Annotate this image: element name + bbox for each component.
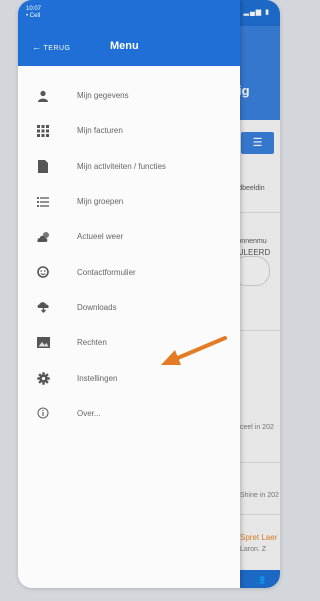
image-icon	[35, 335, 51, 351]
cloud-download-icon	[35, 299, 51, 315]
drawer-header: 10:07 • Cell ← TERUG Menu	[18, 0, 240, 66]
drawer-status: 10:07 • Cell	[26, 6, 41, 20]
arrow-left-icon: ←	[32, 42, 42, 52]
menu-item-contactformulier[interactable]: Contactformulier	[18, 254, 240, 289]
person-icon	[35, 88, 51, 104]
menu-item-downloads[interactable]: Downloads	[18, 290, 240, 325]
menu-label: Actueel weer	[77, 232, 124, 242]
menu-item-mijn-groepen[interactable]: Mijn groepen	[18, 184, 240, 219]
status-time: 10:07	[26, 6, 42, 12]
back-button[interactable]: ← TERUG	[32, 42, 71, 52]
menu-label: Mijn activiteiten / functies	[77, 161, 166, 171]
status-carrier: • Cell	[26, 13, 41, 19]
phone-screen: ▂▄▆ ▮ ig ☰ ordbeeldin olonnenmu NULEERD …	[18, 0, 280, 588]
annotation-arrow	[161, 336, 227, 365]
menu-label: Mijn groepen	[77, 197, 124, 207]
drawer-title: Menu	[110, 40, 139, 52]
menu-item-mijn-gegevens[interactable]: Mijn gegevens	[18, 78, 240, 113]
grid-icon	[35, 123, 51, 139]
menu-item-over[interactable]: Over...	[18, 396, 240, 431]
menu-label: Over...	[77, 408, 101, 418]
weather-icon	[35, 229, 51, 245]
back-label: TERUG	[43, 45, 71, 52]
list-icon	[35, 194, 51, 210]
menu-item-mijn-facturen[interactable]: Mijn facturen	[18, 113, 240, 148]
document-icon	[35, 158, 51, 174]
navigation-drawer: 10:07 • Cell ←TERUG Menu Mijn gegevens	[18, 0, 240, 588]
menu-label: Instellingen	[77, 373, 118, 383]
menu-label: Mijn gegevens	[77, 91, 129, 101]
menu-label: Rechten	[77, 338, 107, 348]
face-icon	[35, 264, 51, 280]
menu-item-mijn-activiteiten[interactable]: Mijn activiteiten / functies	[18, 149, 240, 184]
menu-label: Contactformulier	[77, 267, 136, 277]
gear-icon	[35, 370, 51, 386]
menu-list: Mijn gegevens Mijn facturen Mijn activit…	[18, 78, 240, 431]
menu-label: Downloads	[77, 302, 117, 312]
menu-label: Mijn facturen	[77, 126, 123, 136]
menu-item-actueel-weer[interactable]: Actueel weer	[18, 219, 240, 254]
info-icon	[35, 405, 51, 421]
